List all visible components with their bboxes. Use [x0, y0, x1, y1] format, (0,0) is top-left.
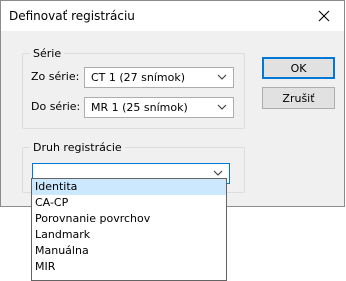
- to-series-value: MR 1 (25 snímok): [91, 101, 188, 114]
- title-bar: Definovať registráciu: [1, 1, 344, 31]
- to-series-dropdown[interactable]: MR 1 (25 snímok): [84, 97, 234, 118]
- close-button[interactable]: [304, 1, 344, 31]
- option-porovnanie-povrchov[interactable]: Porovnanie povrchov: [32, 211, 226, 227]
- registration-type-group-label: Druh registrácie: [33, 141, 122, 154]
- option-identita[interactable]: Identita: [32, 179, 226, 195]
- from-series-label: Zo série:: [31, 70, 80, 83]
- registration-type-options-list: Identita CA-CP Porovnanie povrchov Landm…: [31, 178, 227, 281]
- cancel-button[interactable]: Zrušiť: [262, 87, 335, 109]
- from-series-value: CT 1 (27 snímok): [91, 71, 186, 84]
- option-manualna[interactable]: Manuálna: [32, 243, 226, 259]
- option-mir[interactable]: MIR: [32, 259, 226, 275]
- chevron-down-icon: [217, 74, 227, 80]
- window-title: Definovať registráciu: [9, 9, 135, 23]
- ok-button[interactable]: OK: [262, 57, 335, 79]
- to-series-label: Do série:: [31, 100, 81, 113]
- chevron-down-icon: [217, 104, 227, 110]
- define-registration-dialog: Definovať registráciu Série Zo série: CT…: [0, 0, 345, 207]
- series-group-label: Série: [33, 47, 62, 60]
- from-series-dropdown[interactable]: CT 1 (27 snímok): [84, 67, 234, 88]
- option-ca-cp[interactable]: CA-CP: [32, 195, 226, 211]
- option-landmark[interactable]: Landmark: [32, 227, 226, 243]
- close-icon: [318, 10, 330, 22]
